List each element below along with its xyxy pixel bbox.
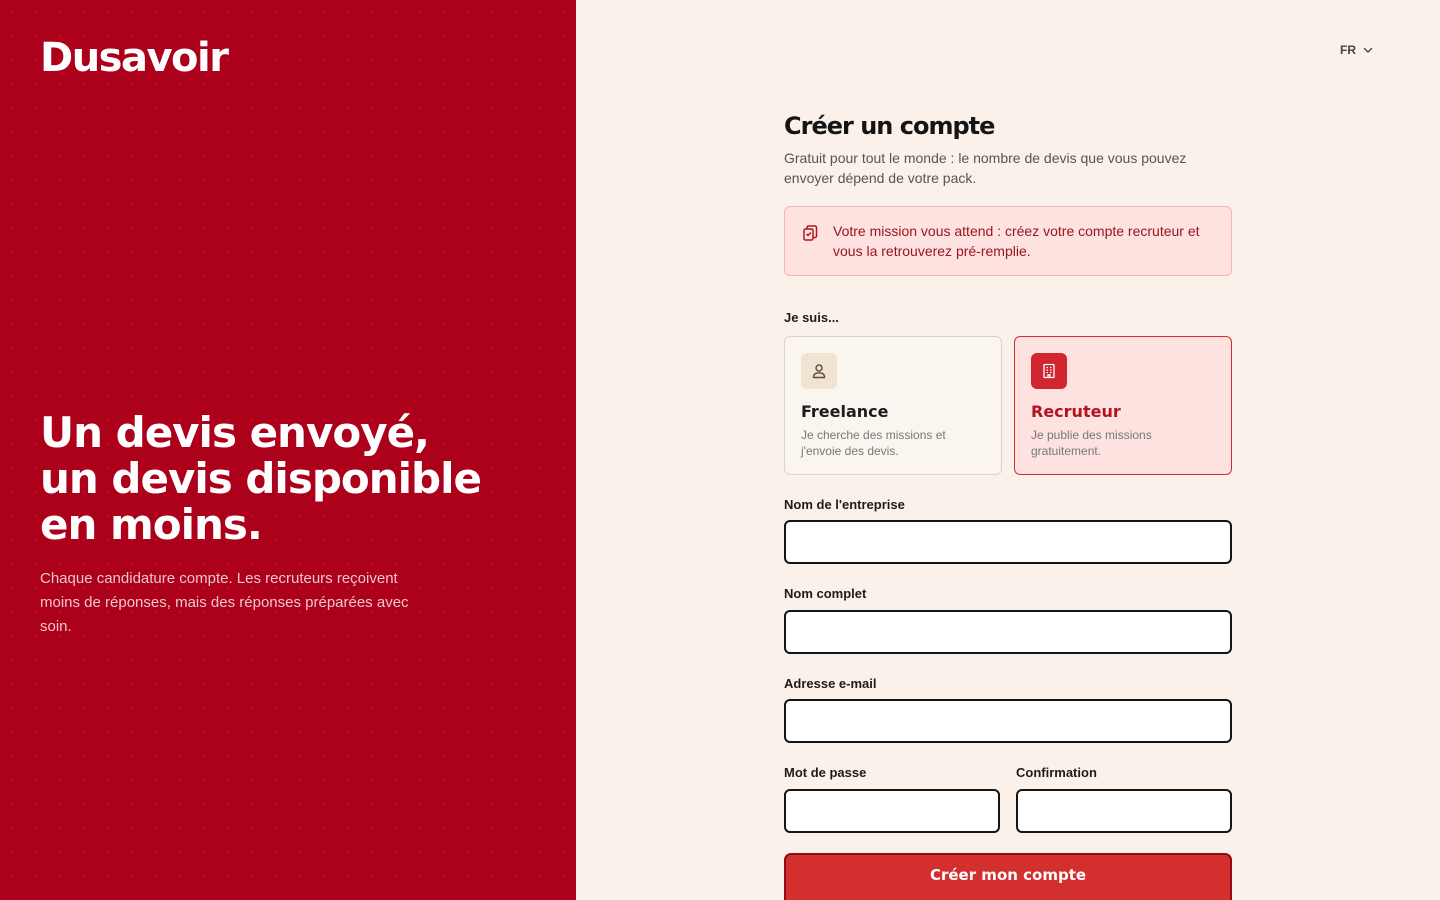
hero-headline-line: un devis disponible [40, 454, 482, 503]
password-confirm-input[interactable] [1016, 789, 1232, 833]
create-account-button[interactable]: Créer mon compte [784, 853, 1232, 900]
role-icon-wrap [801, 353, 837, 389]
building-icon [1043, 363, 1055, 379]
company-label: Nom de l'entreprise [784, 497, 905, 512]
role-description: Je publie des missions gratuitement. [1031, 428, 1152, 458]
mission-notice: Votre mission vous attend : créez votre … [784, 206, 1232, 276]
email-label: Adresse e-mail [784, 676, 877, 691]
user-icon [812, 364, 826, 379]
notice-text: Votre mission vous attend : créez votre … [833, 223, 1200, 259]
hero-headline: Un devis envoyé, un devis disponible en … [40, 410, 510, 548]
brand-panel: Dusavoir Un devis envoyé, un devis dispo… [0, 0, 576, 900]
language-code: FR [1340, 43, 1356, 57]
full-name-input[interactable] [784, 610, 1232, 654]
hero-headline-line: en moins. [40, 500, 263, 549]
hero-subtext: Chaque candidature compte. Les recruteur… [40, 570, 409, 635]
chevron-down-icon [1363, 47, 1373, 53]
role-label: Je suis... [784, 310, 839, 325]
role-icon-wrap [1031, 353, 1067, 389]
clipboard-icon [803, 225, 818, 241]
language-selector[interactable]: FR [1340, 40, 1374, 60]
logo[interactable]: Dusavoir [40, 34, 229, 82]
password-label: Mot de passe [784, 765, 867, 780]
role-title: Freelance [801, 402, 889, 421]
signup-form: Créer un compte Gratuit pour tout le mon… [784, 110, 1232, 900]
confirm-label: Confirmation [1016, 765, 1097, 780]
fullname-label: Nom complet [784, 586, 867, 601]
page-title: Créer un compte [784, 112, 995, 140]
hero-headline-line: Un devis envoyé, [40, 408, 430, 457]
email-input[interactable] [784, 699, 1232, 743]
page-description: Gratuit pour tout le monde : le nombre d… [784, 150, 1187, 186]
company-name-input[interactable] [784, 520, 1232, 564]
role-description: Je cherche des missions et j'envoie des … [801, 428, 946, 458]
role-card-freelance[interactable]: Freelance Je cherche des missions et j'e… [784, 336, 1002, 475]
password-input[interactable] [784, 789, 1000, 833]
role-card-recruiter[interactable]: Recruteur Je publie des missions gratuit… [1014, 336, 1232, 475]
role-title: Recruteur [1031, 402, 1121, 421]
